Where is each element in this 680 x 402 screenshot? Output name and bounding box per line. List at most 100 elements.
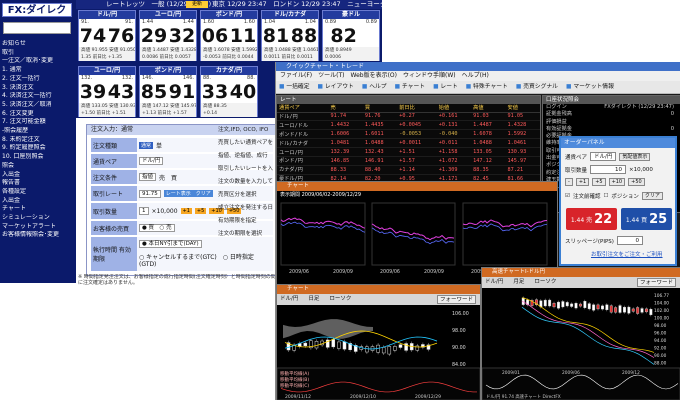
nav-item[interactable]: 8. 未約定注文 [2,136,76,145]
rate-tile[interactable]: ドル/円 91. 91. 74 76 高値 91.955 安値 91.050 1.35 前日… [78,10,136,61]
menu-item[interactable]: ヘルプ(H) [462,71,489,81]
rate-tile[interactable]: ユーロ/円 1.44 1.44 29 32 高値 1.4487 安値 1.4328 0.00… [139,10,197,61]
tile-ask[interactable]: 76 [108,25,134,47]
clear-button[interactable]: クリア [641,192,663,200]
nav-item[interactable]: -照会履歴 [2,127,76,136]
chart-tool-item[interactable]: ローソク [534,277,556,288]
toolbar-button[interactable]: レイアウト [318,81,354,93]
chart-tool-item[interactable]: ローソク [329,294,351,305]
nav-item[interactable]: 入出金 [2,197,76,206]
pair-select[interactable]: ドル/円 [590,152,617,161]
panel-qty-adjust-button[interactable]: +10 [608,178,626,186]
nav-item[interactable]: 9. 約定履歴照会 [2,144,76,153]
nav-item[interactable]: 各種設定 [2,188,76,197]
rate-row[interactable]: ユーロ/ドル 1.4432 1.4435 +0.0045 +0.131 1.4487 1.4… [277,120,540,131]
qty-adjust-button[interactable]: +5 [194,208,207,214]
chart-tool-item[interactable]: ドル/円 [280,294,298,305]
tile-ask[interactable]: 91 [169,81,195,103]
tile-ask[interactable]: 11 [230,25,256,47]
order-row-input[interactable]: 通常 [139,141,154,149]
panel-qty-adjust-button[interactable]: +50 [628,178,645,186]
rate-row[interactable]: カナダ/円 88.33 88.40 +1.14 +1.309 88.35 87.21 [277,165,540,175]
tile-bid[interactable]: 74 [80,25,106,47]
menu-item[interactable]: Web版を表示(O) [351,71,398,81]
toolbar-button[interactable]: 一括確定 [279,81,309,93]
tile-ask[interactable]: 32 [169,25,195,47]
nav-item[interactable]: 2. 注文一括行 [2,75,76,84]
tile-bid[interactable]: 82 [330,25,356,47]
qty-input[interactable]: 10 [590,165,627,174]
tile-bid[interactable]: 06 [202,25,228,47]
toolbar-button[interactable]: マーケット情報 [566,81,614,93]
order-row-input[interactable]: 91.75 [139,189,161,198]
order-row-extra[interactable]: ×10,000 [152,208,178,215]
buy-button[interactable]: 1.44 買 25 [621,208,672,230]
order-row-extra[interactable]: 単 [156,141,162,150]
toolbar-button[interactable]: ヘルプ [362,81,386,93]
toolbar-button[interactable]: 売買シグナル [516,81,558,93]
tile-ask[interactable]: 43 [108,81,134,103]
confirm-checkbox[interactable]: ☑ [565,193,570,199]
rate-tile[interactable]: ポンド/円 146. 146. 85 91 高値 147.12 安値 145.97 +1.1… [139,66,197,117]
nav-item[interactable]: お客様情報照会･変更 [2,231,76,240]
nav-item[interactable]: 取引 [2,49,76,58]
nav-item[interactable]: 入出金 [2,171,76,180]
nav-item[interactable]: 4. 決済注文一括行 [2,92,76,101]
nav-item[interactable]: 報告書 [2,179,76,188]
rate-tile[interactable]: ドル/カナダ 1.04 1.04 81 88 高値 1.0488 安値 1.0461 0.0… [261,10,319,61]
menu-item[interactable]: ウィンドウ手順(W) [403,71,456,81]
order-row-input[interactable]: 1 [139,207,149,215]
rate-row[interactable]: ドル/円 91.74 91.76 +0.27 +0.161 91.03 91.05 [277,112,540,122]
rate-row[interactable]: ポンド/ドル 1.6006 1.6011 -0.0053 -0.040 1.6078 1.5… [277,129,540,140]
nav-item[interactable]: 一注文／取消･変更 [2,57,76,66]
tile-bid[interactable]: 29 [141,25,167,47]
nav-item[interactable]: 6. 注文変更 [2,110,76,119]
panel-qty-adjust-button[interactable]: - [565,178,573,186]
rate-row[interactable]: ドル/カナダ 1.0481 1.0488 +0.0011 +0.011 1.0488 1.0… [277,138,540,149]
chart-tool-item[interactable]: ドル/円 [485,277,503,288]
nav-item[interactable]: 3. 決済注文 [2,84,76,93]
nav-item[interactable]: お知らせ [2,40,76,49]
order-row-extra[interactable]: レート表示 クリア [163,190,213,197]
order-row-input[interactable]: ドル/円 [139,157,164,165]
tile-ask[interactable]: 40 [230,81,256,103]
chart3-plot[interactable]: 106.77 104.00102.00 100.0098.00 96.0094.00 9… [481,288,680,401]
nav-item[interactable]: 7. 注文可能金額 [2,118,76,127]
toolbar-button[interactable]: レート [433,81,457,93]
nav-item[interactable]: マーケットアラート [2,223,76,232]
nav-item[interactable]: チャート [2,205,76,214]
refresh-button[interactable]: 更新 [186,1,208,8]
panel-qty-adjust-button[interactable]: +5 [592,178,606,186]
slippage-input[interactable]: 0 [616,236,643,245]
nav-item[interactable]: シミュレーション [2,214,76,223]
position-checkbox[interactable]: ☐ [603,193,608,199]
nav-item[interactable]: 10. 口座別照会 [2,153,76,162]
tile-bid[interactable]: 33 [202,81,228,103]
forward-button[interactable]: フォーワード [636,278,676,287]
toolbar-button[interactable]: 特殊チャート [466,81,508,93]
chart-tool-item[interactable]: 日足 [308,294,319,305]
rate-tile[interactable]: ユーロ/円 132. 132. 39 43 高値 133.05 安値 130.93 +1.5… [78,66,136,117]
menu-item[interactable]: ファイル(F) [280,71,312,81]
nav-item[interactable]: 5. 決済注文／取消 [2,101,76,110]
nav-item[interactable]: 1. 通常 [2,66,76,75]
panel-qty-adjust-button[interactable]: +1 [575,178,590,186]
rate-tile[interactable]: ポンド/円 1.60 1.60 06 11 高値 1.6078 安値 1.5992 -0.0… [200,10,258,61]
rate-row[interactable]: ポンド/円 146.85 146.91 +1.57 +1.072 147.12 145.97 [277,156,540,166]
tile-bid[interactable]: 81 [263,25,289,47]
order-help-link[interactable]: お取引注文をご注文・ご利用 [591,250,663,258]
quote-display-button[interactable]: 気配値表示 [619,152,651,161]
tile-bid[interactable]: 85 [141,81,167,103]
rate-row[interactable]: ユーロ/円 132.39 132.43 +1.51 +1.158 133.05 130.93 [277,147,540,157]
rate-tile[interactable]: 豪ドル 0.89 0.89 82 高値 0.8949 0.0006 [322,10,380,61]
nav-item[interactable]: 照会 [2,162,76,171]
order-row-input[interactable]: ● 本日NY引まで(DAY) [139,239,202,248]
order-row-input[interactable]: ● 買 ○ 売 [139,224,175,232]
rate-tile[interactable]: カナダ/円 88. 88. 33 40 高値 88.35 +0.14 [200,66,258,117]
order-row-extra[interactable]: 売 買 [159,173,177,182]
sell-button[interactable]: 1.44 売 22 [566,208,617,230]
tile-bid[interactable]: 39 [80,81,106,103]
nav-search-box[interactable] [3,22,71,34]
tile-ask[interactable]: 88 [291,25,317,47]
chart-tool-item[interactable]: 月足 [513,277,524,288]
